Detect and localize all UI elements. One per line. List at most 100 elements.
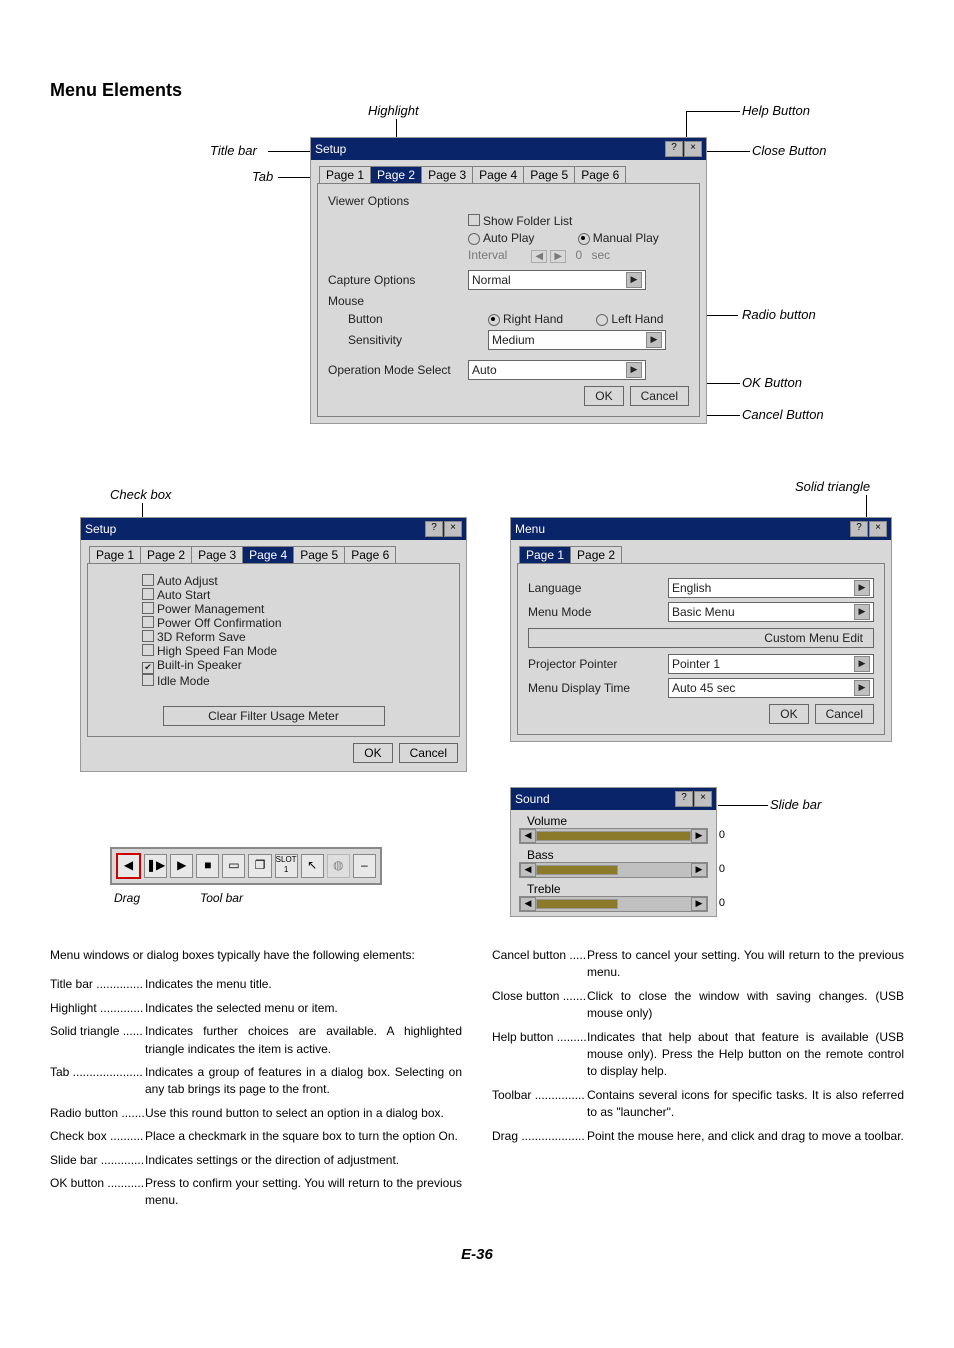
def-desc: Point the mouse here, and click and drag… [587, 1128, 904, 1145]
callout-titlebar: Title bar [210, 143, 257, 158]
cancel-button[interactable]: Cancel [630, 386, 689, 406]
cancel-button[interactable]: Cancel [815, 704, 874, 724]
opmode-select[interactable]: Auto▶ [468, 360, 646, 380]
viewer-options-label: Viewer Options [328, 194, 468, 208]
close-button[interactable]: × [684, 141, 702, 157]
def-desc: Contains several icons for specific task… [587, 1087, 904, 1122]
def-desc: Indicates a group of features in a dialo… [145, 1064, 462, 1099]
slot-icon[interactable]: SLOT1 [275, 854, 298, 878]
custom-menu-edit-button[interactable]: Custom Menu Edit [528, 628, 874, 648]
def-term: Toolbar ............... [492, 1087, 587, 1122]
select-projector-pointer[interactable]: Pointer 1▶ [668, 654, 874, 674]
triangle-icon: ▶ [854, 680, 870, 696]
callout-drag: Drag [114, 891, 140, 905]
close-button[interactable]: × [869, 521, 887, 537]
ok-button[interactable]: OK [584, 386, 623, 406]
def-desc: Use this round button to select an optio… [145, 1105, 462, 1122]
tab-page-5[interactable]: Page 5 [293, 546, 345, 563]
tab-page-5[interactable]: Page 5 [523, 166, 575, 183]
def-desc: Indicates further choices are available.… [145, 1023, 462, 1058]
tab-page-6[interactable]: Page 6 [344, 546, 396, 563]
clear-filter-button[interactable]: Clear Filter Usage Meter [163, 706, 385, 726]
toolbar-launcher[interactable]: ◀ ❚▶ ▶ ■ ▭ ❐ SLOT1 ↖ ◍ – [110, 847, 382, 885]
def-term: Slide bar ............. [50, 1152, 145, 1169]
left-hand-radio[interactable] [596, 314, 608, 326]
def-term: Tab ..................... [50, 1064, 145, 1099]
minimize-icon[interactable]: – [353, 854, 376, 878]
checkbox[interactable] [142, 616, 154, 628]
tab-page-3[interactable]: Page 3 [191, 546, 243, 563]
select-language[interactable]: English▶ [668, 578, 874, 598]
def-term: Check box .......... [50, 1128, 145, 1145]
triangle-icon: ▶ [854, 656, 870, 672]
volume-slider[interactable]: ◀▶0 [519, 828, 708, 844]
tab-page-6[interactable]: Page 6 [574, 166, 626, 183]
ok-button[interactable]: OK [353, 743, 392, 763]
tab-page-1[interactable]: Page 1 [319, 166, 371, 183]
tab-page-4[interactable]: Page 4 [472, 166, 524, 183]
def-desc: Indicates the selected menu or item. [145, 1000, 462, 1017]
tab-page-3[interactable]: Page 3 [421, 166, 473, 183]
checkbox[interactable]: ✔ [142, 662, 154, 674]
checkbox[interactable] [142, 644, 154, 656]
def-term: OK button ........... [50, 1175, 145, 1210]
close-button[interactable]: × [444, 521, 462, 537]
def-desc: Place a checkmark in the square box to t… [145, 1128, 462, 1145]
sensitivity-select[interactable]: Medium▶ [488, 330, 666, 350]
callout-solid-triangle: Solid triangle [795, 479, 870, 494]
fig1-title: Setup [315, 142, 346, 156]
pointer-icon[interactable]: ↖ [301, 854, 324, 878]
callout-slidebar: Slide bar [770, 797, 821, 812]
tab-page-2[interactable]: Page 2 [370, 166, 422, 183]
checkbox[interactable] [142, 602, 154, 614]
def-desc: Indicates that help about that feature i… [587, 1029, 904, 1081]
globe-icon[interactable]: ◍ [327, 854, 350, 878]
checkbox[interactable] [142, 674, 154, 686]
help-button[interactable]: ? [850, 521, 868, 537]
right-hand-radio[interactable] [488, 314, 500, 326]
mouse-label: Mouse [328, 294, 468, 308]
help-button[interactable]: ? [425, 521, 443, 537]
drag-handle-icon[interactable]: ◀ [116, 853, 141, 879]
ok-button[interactable]: OK [769, 704, 808, 724]
tab-page-2[interactable]: Page 2 [570, 546, 622, 563]
def-term: Cancel button ..... [492, 947, 587, 982]
copy-icon[interactable]: ❐ [248, 854, 271, 878]
capture-select[interactable]: Normal▶ [468, 270, 646, 290]
callout-checkbox: Check box [110, 487, 171, 502]
callout-cancel: Cancel Button [742, 407, 824, 422]
play-icon[interactable]: ▶ [170, 854, 193, 878]
checkbox[interactable] [142, 574, 154, 586]
def-term: Close button ....... [492, 988, 587, 1023]
def-term: Radio button ....... [50, 1105, 145, 1122]
manual-play-radio[interactable] [578, 233, 590, 245]
show-folder-check[interactable] [468, 214, 480, 226]
page-footer: E-36 [50, 1246, 904, 1263]
callout-highlight: Highlight [368, 103, 419, 118]
tab-page-1[interactable]: Page 1 [519, 546, 571, 563]
help-button[interactable]: ? [665, 141, 683, 157]
bass-slider[interactable]: ◀▶0 [519, 862, 708, 878]
def-desc: Indicates the menu title. [145, 976, 462, 993]
select-menu-mode[interactable]: Basic Menu▶ [668, 602, 874, 622]
defs-intro: Menu windows or dialog boxes typically h… [50, 947, 462, 964]
close-button[interactable]: × [694, 791, 712, 807]
treble-slider[interactable]: ◀▶0 [519, 896, 708, 912]
cancel-button[interactable]: Cancel [399, 743, 458, 763]
prev-icon[interactable]: ❚▶ [144, 854, 167, 878]
callout-close: Close Button [752, 143, 826, 158]
checkbox[interactable] [142, 588, 154, 600]
window-icon[interactable]: ▭ [222, 854, 245, 878]
def-term: Title bar .............. [50, 976, 145, 993]
tab-page-4[interactable]: Page 4 [242, 546, 294, 563]
page-heading: Menu Elements [50, 80, 904, 101]
tab-page-1[interactable]: Page 1 [89, 546, 141, 563]
auto-play-radio[interactable] [468, 233, 480, 245]
stop-icon[interactable]: ■ [196, 854, 219, 878]
checkbox[interactable] [142, 630, 154, 642]
select-menu-display-time[interactable]: Auto 45 sec▶ [668, 678, 874, 698]
def-term: Drag ................... [492, 1128, 587, 1145]
help-button[interactable]: ? [675, 791, 693, 807]
tab-page-2[interactable]: Page 2 [140, 546, 192, 563]
def-term: Highlight ............. [50, 1000, 145, 1017]
